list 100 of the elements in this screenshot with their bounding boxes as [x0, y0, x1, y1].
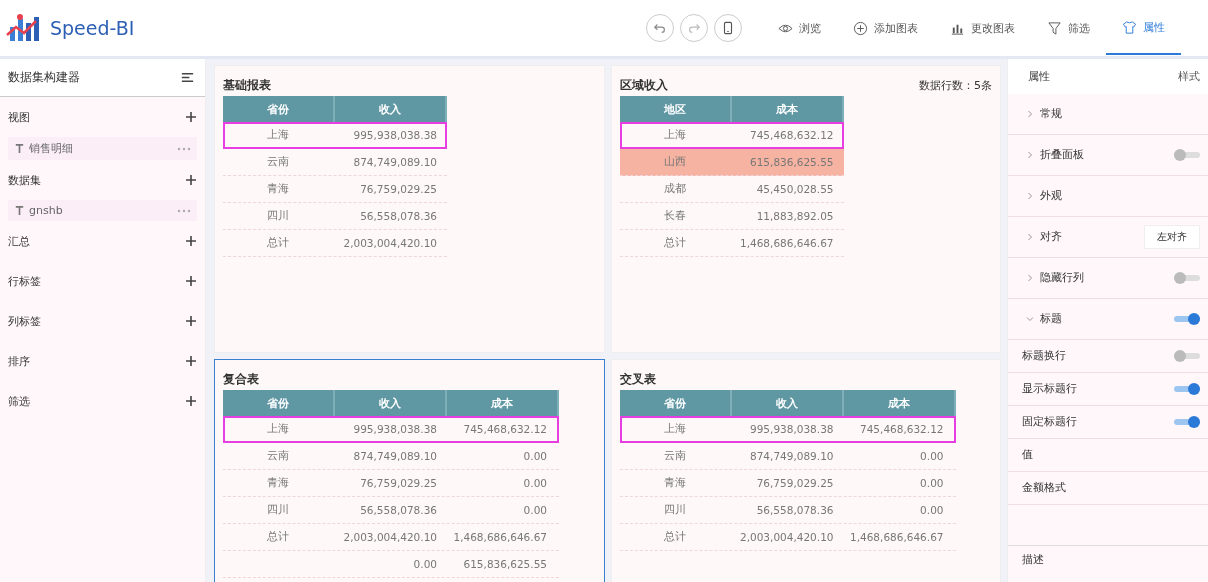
- table-row[interactable]: 上海 995,938,038.38: [223, 122, 447, 149]
- chart-title: 区域收入: [619, 76, 668, 94]
- toolbar-tab[interactable]: 浏览: [762, 1, 837, 55]
- column-header[interactable]: 收入: [335, 96, 447, 122]
- table-row[interactable]: 青海 76,759,029.25 0.00: [619, 470, 956, 497]
- table-cell: 45,450,028.55: [756, 183, 834, 195]
- toolbar-tab[interactable]: 筛选: [1031, 1, 1106, 55]
- table-cell: 56,558,078.36: [756, 504, 834, 516]
- table-row[interactable]: 总计 1,468,686,646.67: [619, 230, 844, 257]
- table-cell: 上海: [267, 128, 289, 142]
- table-row[interactable]: 云南 874,749,089.10: [223, 149, 447, 176]
- table-row[interactable]: 上海 745,468,632.12: [619, 122, 844, 149]
- property-label: 描述: [1022, 553, 1044, 566]
- panel-title: 属性: [1028, 69, 1050, 84]
- table-row[interactable]: 四川 56,558,078.36: [223, 203, 447, 230]
- table-cell: 745,468,632.12: [463, 423, 547, 435]
- chart-card[interactable]: 交叉表 省份 收入 成本 上海 995,938,038.38 745,468,632.12 云南 874,749,089.10 0.00 青海 76,759,029.25 0.00 四川 56,558,078.36 0.00 总计 2,003,004,420.10 1,468,686,646.67: [610, 359, 1001, 582]
- more-icon[interactable]: [177, 208, 191, 213]
- property-label: 隐藏行列: [1040, 271, 1085, 285]
- table-cell: 11,883,892.05: [756, 210, 834, 222]
- toolbar-tab[interactable]: 添加图表: [837, 1, 934, 55]
- align-select[interactable]: 左对齐: [1144, 225, 1200, 249]
- table-cell: 874,749,089.10: [353, 156, 437, 168]
- toolbar-tab[interactable]: 更改图表: [934, 1, 1031, 55]
- table-cell: 总计: [663, 530, 686, 544]
- table-row[interactable]: 成都 45,450,028.55: [619, 176, 844, 203]
- filter-icon: [1047, 20, 1062, 36]
- chevron-icon[interactable]: [1026, 110, 1034, 118]
- table-cell: 76,759,029.25: [756, 477, 834, 489]
- text-type-icon: [14, 143, 25, 154]
- chart-card[interactable]: 基础报表 省份 收入 上海 995,938,038.38 云南 874,749,089.10 青海 76,759,029.25 四川 56,558,078.36 总计 2,003,004,420.10: [214, 65, 605, 353]
- add-icon[interactable]: [185, 111, 197, 123]
- property-label: 显示标题行: [1022, 382, 1078, 396]
- toggle-switch[interactable]: [1174, 152, 1200, 158]
- toggle-switch[interactable]: [1174, 316, 1200, 322]
- property-label: 对齐: [1040, 230, 1063, 244]
- table-row[interactable]: 总计 2,003,004,420.10 1,468,686,646.67: [223, 524, 559, 551]
- toolbar-tab[interactable]: 属性: [1106, 1, 1181, 55]
- chevron-icon[interactable]: [1026, 192, 1034, 200]
- redo-button[interactable]: [680, 14, 708, 42]
- list-icon[interactable]: [180, 70, 195, 85]
- table-row[interactable]: 长春 11,883,892.05: [619, 203, 844, 230]
- add-icon[interactable]: [185, 315, 197, 327]
- table-row[interactable]: 青海 76,759,029.25 0.00: [223, 470, 559, 497]
- chevron-icon[interactable]: [1026, 315, 1034, 323]
- mobile-button[interactable]: [714, 14, 742, 42]
- table-row[interactable]: 四川 56,558,078.36 0.00: [619, 497, 956, 524]
- table-cell: 995,938,038.38: [750, 423, 834, 435]
- table-row[interactable]: 云南 874,749,089.10 0.00: [223, 443, 559, 470]
- dataset-item[interactable]: gnshb: [8, 200, 197, 221]
- table-row[interactable]: 总计 2,003,004,420.10 1,468,686,646.67: [619, 524, 956, 551]
- property-label: 外观: [1040, 189, 1063, 203]
- table-cell: 745,468,632.12: [750, 129, 834, 141]
- toggle-switch[interactable]: [1174, 419, 1200, 425]
- add-icon[interactable]: [185, 275, 197, 287]
- undo-button[interactable]: [646, 14, 674, 42]
- section-label: 视图: [8, 109, 30, 125]
- table-cell: 1,468,686,646.67: [740, 237, 834, 249]
- chevron-icon[interactable]: [1026, 274, 1034, 282]
- table-cell: 2,003,004,420.10: [343, 237, 437, 249]
- table-cell: 995,938,038.38: [353, 129, 437, 141]
- table-row[interactable]: 总计 2,003,004,420.10: [223, 230, 447, 257]
- table-row[interactable]: 山西 615,836,625.55: [619, 149, 844, 176]
- column-header[interactable]: 成本: [731, 96, 844, 122]
- table-row[interactable]: 上海 995,938,038.38 745,468,632.12: [223, 416, 559, 443]
- table-cell: 995,938,038.38: [353, 423, 437, 435]
- column-header[interactable]: 成本: [843, 390, 956, 416]
- chevron-icon[interactable]: [1026, 151, 1034, 159]
- table-cell: 0.00: [413, 558, 437, 570]
- add-icon[interactable]: [185, 174, 197, 186]
- toggle-switch[interactable]: [1174, 353, 1200, 359]
- table-row[interactable]: 青海 76,759,029.25: [223, 176, 447, 203]
- column-header[interactable]: 收入: [731, 390, 844, 416]
- chart-card[interactable]: 复合表 省份 收入 成本 上海 995,938,038.38 745,468,632.12 云南 874,749,089.10 0.00 青海 76,759,029.25 0.00 四川 56,558,078.36 0.00 总计 2,003,004,420.10 1,468,686,646.67 0.00 615,836,625.55: [214, 359, 605, 582]
- table-cell: 总计: [663, 236, 686, 250]
- table-row[interactable]: 四川 56,558,078.36 0.00: [223, 497, 559, 524]
- add-icon[interactable]: [185, 235, 197, 247]
- column-header[interactable]: 省份: [223, 96, 335, 122]
- column-header[interactable]: 收入: [335, 390, 447, 416]
- chart-note: 数据行数：5条: [919, 77, 992, 93]
- table-row[interactable]: 上海 995,938,038.38 745,468,632.12: [619, 416, 956, 443]
- add-icon[interactable]: [185, 355, 197, 367]
- add-icon[interactable]: [185, 395, 197, 407]
- chevron-icon[interactable]: [1026, 233, 1034, 241]
- toggle-switch[interactable]: [1174, 386, 1200, 392]
- column-header[interactable]: 省份: [619, 390, 732, 416]
- table-cell: 76,759,029.25: [360, 477, 437, 489]
- text-type-icon: [14, 205, 25, 216]
- style-tab[interactable]: 样式: [1178, 69, 1200, 84]
- table-row[interactable]: 0.00 615,836,625.55: [223, 551, 559, 578]
- table-cell: 长春: [663, 209, 686, 223]
- column-header[interactable]: 地区: [619, 96, 732, 122]
- toggle-switch[interactable]: [1174, 275, 1200, 281]
- table-cell: 615,836,625.55: [463, 558, 547, 570]
- column-header[interactable]: 成本: [447, 390, 559, 416]
- column-header[interactable]: 省份: [223, 390, 335, 416]
- table-row[interactable]: 云南 874,749,089.10 0.00: [619, 443, 956, 470]
- more-icon[interactable]: [177, 146, 191, 151]
- chart-card[interactable]: 区域收入 数据行数：5条 地区 成本 上海 745,468,632.12 山西 615,836,625.55 成都 45,450,028.55 长春 11,883,892.05 总计 1,468,686,646.67: [610, 65, 1001, 353]
- dataset-item[interactable]: 销售明细: [8, 137, 197, 160]
